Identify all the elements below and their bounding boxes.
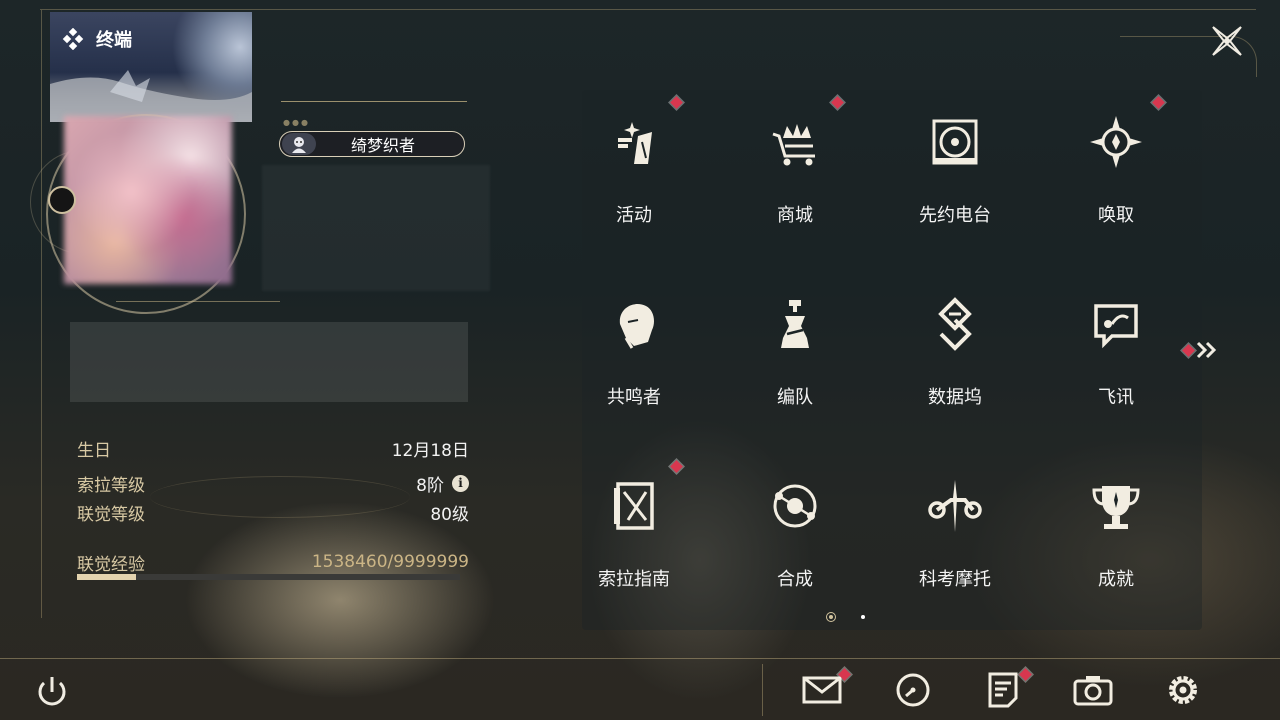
profile-divider xyxy=(116,301,280,302)
menu-tile-shop-cart[interactable]: 商城 xyxy=(725,90,865,240)
motorbike-icon xyxy=(925,476,985,536)
decor-dots: ●●● xyxy=(283,118,310,127)
title-badge-icon xyxy=(282,133,316,155)
menu-tile-label: 先约电台 xyxy=(919,205,991,226)
menu-tile-label: 科考摩托 xyxy=(919,569,991,590)
terminal-diamonds-icon xyxy=(62,28,84,50)
title-divider xyxy=(281,101,467,102)
menu-tile-label: 飞讯 xyxy=(1098,387,1134,408)
menu-tile-label: 合成 xyxy=(777,569,813,590)
menu-tile-chat-message[interactable]: 飞讯 xyxy=(1046,272,1186,422)
badge-dot xyxy=(1182,344,1195,357)
stat-value: 8阶 xyxy=(416,475,444,496)
menu-tile-trophy[interactable]: 成就 xyxy=(1046,454,1186,604)
frame-left-line xyxy=(41,10,42,618)
mail-button[interactable] xyxy=(800,668,851,712)
title-badge-label: 绮梦织者 xyxy=(350,136,415,155)
page-dot[interactable] xyxy=(861,615,865,619)
activity-icon xyxy=(604,112,664,172)
title-badge[interactable]: 绮梦织者 xyxy=(279,131,465,157)
menu-tile-activity[interactable]: 活动 xyxy=(564,90,704,240)
menu-tile-label: 商城 xyxy=(777,205,813,226)
badge-dot xyxy=(670,96,683,109)
synthesis-orbit-icon xyxy=(765,476,825,536)
stat-row-sola-level: 索拉等级 8阶 i xyxy=(77,471,469,496)
frame-top-line xyxy=(40,9,1256,10)
player-name-area xyxy=(262,165,490,291)
info-icon[interactable]: i xyxy=(452,474,469,492)
menu-tile-resonator-head[interactable]: 共鸣者 xyxy=(564,272,704,422)
data-dock-icon xyxy=(925,294,985,354)
bottom-bar-line xyxy=(0,658,1280,659)
power-icon xyxy=(38,677,66,706)
avatar[interactable] xyxy=(64,116,232,284)
menu-tile-label: 活动 xyxy=(616,205,652,226)
menu-tile-radio-station[interactable]: 先约电台 xyxy=(885,90,1025,240)
menu-tile-data-dock[interactable]: 数据坞 xyxy=(885,272,1025,422)
menu-tile-motorbike[interactable]: 科考摩托 xyxy=(885,454,1025,604)
chess-piece-icon xyxy=(765,294,825,354)
menu-tile-label: 编队 xyxy=(777,387,813,408)
stat-row-birthday: 生日 12月18日 xyxy=(77,436,469,461)
notice-button[interactable] xyxy=(981,668,1032,712)
stat-label: 联觉等级 xyxy=(77,504,145,525)
bottom-bar-separator xyxy=(762,664,763,716)
page-title: 终端 xyxy=(96,30,132,51)
camera-button[interactable] xyxy=(1071,668,1115,712)
menu-tile-guide-book[interactable]: 索拉指南 xyxy=(564,454,704,604)
radio-station-icon xyxy=(925,112,985,172)
avatar-edit-knob[interactable] xyxy=(48,186,76,214)
resonator-head-icon xyxy=(604,294,664,354)
stat-label: 索拉等级 xyxy=(77,475,145,496)
gear-icon xyxy=(1161,668,1205,712)
menu-tile-label: 索拉指南 xyxy=(598,569,670,590)
close-button[interactable] xyxy=(1208,22,1246,60)
clock-icon xyxy=(891,668,935,712)
exp-progress-bar xyxy=(77,574,460,580)
trophy-icon xyxy=(1086,476,1146,536)
shop-cart-icon xyxy=(765,112,825,172)
menu-tile-compass-star[interactable]: 唤取 xyxy=(1046,90,1186,240)
menu-tile-synthesis-orbit[interactable]: 合成 xyxy=(725,454,865,604)
header: 终端 xyxy=(62,26,132,52)
badge-dot xyxy=(670,460,683,473)
menu-tile-chess-piece[interactable]: 编队 xyxy=(725,272,865,422)
settings-button[interactable] xyxy=(1161,668,1205,712)
exp-progress-fill xyxy=(77,574,136,580)
stat-label: 联觉经验 xyxy=(77,554,145,575)
badge-dot xyxy=(1152,96,1165,109)
compass-star-icon xyxy=(1086,112,1146,172)
stat-value: 80级 xyxy=(430,504,469,525)
badge-dot xyxy=(831,96,844,109)
double-chevron-right-icon xyxy=(1196,341,1217,359)
page-dot-active[interactable] xyxy=(826,612,836,622)
exp-value: 1538460/9999999 xyxy=(311,552,469,572)
power-button[interactable] xyxy=(32,672,72,712)
camera-icon xyxy=(1071,668,1115,712)
menu-tile-label: 数据坞 xyxy=(928,387,982,408)
chat-message-icon xyxy=(1086,294,1146,354)
clock-button[interactable] xyxy=(891,668,935,712)
guide-book-icon xyxy=(604,476,664,536)
stat-value: 12月18日 xyxy=(391,440,469,461)
stat-row-union-level: 联觉等级 80级 xyxy=(77,500,469,525)
next-page-button[interactable] xyxy=(1180,338,1220,362)
menu-tile-label: 成就 xyxy=(1098,569,1134,590)
menu-tile-label: 唤取 xyxy=(1098,205,1134,226)
player-signature-area[interactable] xyxy=(70,322,468,402)
menu-tile-label: 共鸣者 xyxy=(607,387,661,408)
stat-value-wrap: 8阶 i xyxy=(416,471,469,496)
stat-row-union-exp: 联觉经验 1538460/9999999 xyxy=(77,550,469,575)
close-icon xyxy=(1212,26,1242,56)
stat-label: 生日 xyxy=(77,440,111,461)
